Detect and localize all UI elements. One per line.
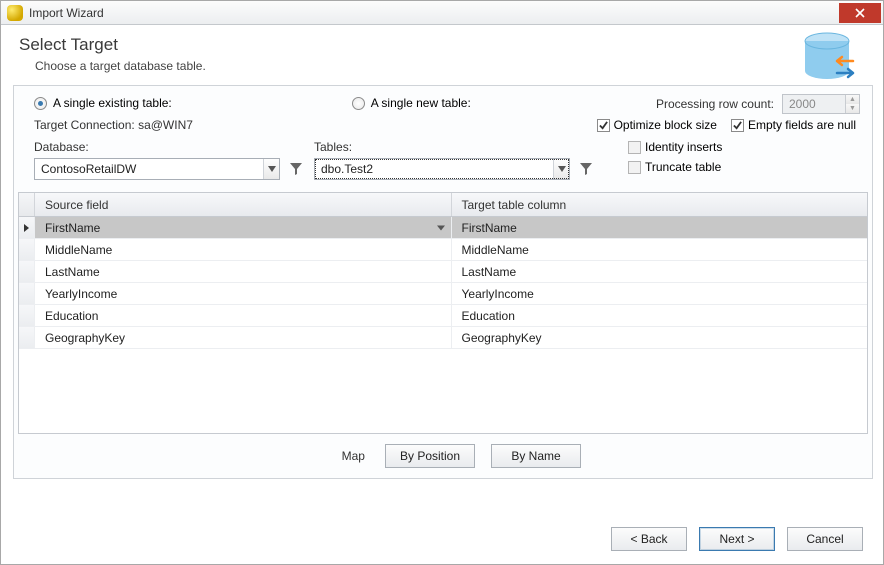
row-indicator [19,239,35,260]
tables-filter-button[interactable] [578,161,594,177]
source-field-cell[interactable]: FirstName [35,217,452,238]
table-row[interactable]: LastNameLastName [19,261,867,283]
check-truncate-table[interactable]: Truncate table [628,160,722,174]
radio-existing-table[interactable]: A single existing table: [34,96,172,110]
target-column-cell[interactable]: LastName [452,261,868,282]
chevron-down-icon[interactable] [263,159,279,179]
tables-value: dbo.Test2 [315,162,553,176]
current-row-icon [24,224,29,232]
row-indicator [19,261,35,282]
map-row: Map By Position By Name [14,444,872,468]
table-mode-row: A single existing table: A single new ta… [14,86,872,112]
map-by-position-button[interactable]: By Position [385,444,475,468]
check-optimize-label: Optimize block size [614,118,717,132]
table-row[interactable]: MiddleNameMiddleName [19,239,867,261]
source-field-cell[interactable]: Education [35,305,452,326]
connection-row: Target Connection: sa@WIN7 Optimize bloc… [14,112,872,134]
page-title: Select Target [19,35,865,55]
row-indicator [19,305,35,326]
target-column-cell[interactable]: GeographyKey [452,327,868,348]
tables-combo[interactable]: dbo.Test2 [314,158,570,180]
radio-new-table[interactable]: A single new table: [352,96,471,110]
target-column-cell[interactable]: YearlyIncome [452,283,868,304]
check-empty-fields-null[interactable]: Empty fields are null [731,118,856,132]
app-icon [7,5,23,21]
database-label: Database: [34,140,304,154]
check-optimize-block-size[interactable]: Optimize block size [597,118,717,132]
table-row[interactable]: FirstNameFirstName [19,217,867,239]
tables-label: Tables: [314,140,594,154]
target-column-cell[interactable]: FirstName [452,217,868,238]
wizard-footer: < Back Next > Cancel [611,527,863,551]
filter-icon [580,163,592,175]
source-field-cell[interactable]: LastName [35,261,452,282]
radio-existing-label: A single existing table: [53,96,172,110]
processing-value: 2000 [783,95,845,113]
db-tables-row: Database: ContosoRetailDW Tables: dbo.Te… [14,134,872,180]
map-by-name-button[interactable]: By Name [491,444,581,468]
map-label: Map [305,449,365,463]
check-identity-inserts[interactable]: Identity inserts [628,140,722,154]
page-subtitle: Choose a target database table. [35,59,865,73]
target-column-cell[interactable]: Education [452,305,868,326]
window-title: Import Wizard [29,6,104,20]
processing-label: Processing row count: [656,97,774,111]
table-row[interactable]: YearlyIncomeYearlyIncome [19,283,867,305]
connection-value: sa@WIN7 [138,118,193,132]
database-value: ContosoRetailDW [35,162,263,176]
titlebar: Import Wizard [1,1,883,25]
target-column-cell[interactable]: MiddleName [452,239,868,260]
cancel-button[interactable]: Cancel [787,527,863,551]
source-field-cell[interactable]: YearlyIncome [35,283,452,304]
close-button[interactable] [839,3,881,23]
chevron-down-icon[interactable] [553,159,569,179]
grid-header: Source field Target table column [19,193,867,217]
row-indicator [19,283,35,304]
check-truncate-label: Truncate table [645,160,721,174]
check-emptynull-label: Empty fields are null [748,118,856,132]
back-button[interactable]: < Back [611,527,687,551]
source-field-cell[interactable]: GeographyKey [35,327,452,348]
page-header: Select Target Choose a target database t… [1,25,883,79]
chevron-down-icon[interactable] [437,225,445,230]
table-row[interactable]: GeographyKeyGeographyKey [19,327,867,349]
grid-col-target[interactable]: Target table column [452,193,868,216]
connection-label: Target Connection: [34,118,138,132]
radio-new-label: A single new table: [371,96,471,110]
row-indicator [19,327,35,348]
spinner-arrows[interactable]: ▲▼ [845,95,859,113]
database-combo[interactable]: ContosoRetailDW [34,158,280,180]
source-field-cell[interactable]: MiddleName [35,239,452,260]
grid-col-source[interactable]: Source field [35,193,452,216]
database-filter-button[interactable] [288,161,304,177]
client-area: Select Target Choose a target database t… [1,25,883,565]
processing-row-count[interactable]: 2000 ▲▼ [782,94,860,114]
mapping-grid[interactable]: Source field Target table column FirstNa… [18,192,868,434]
filter-icon [290,163,302,175]
options-panel: A single existing table: A single new ta… [13,85,873,479]
next-button[interactable]: Next > [699,527,775,551]
table-row[interactable]: EducationEducation [19,305,867,327]
row-indicator [19,217,35,238]
grid-body: FirstNameFirstNameMiddleNameMiddleNameLa… [19,217,867,433]
database-icon [801,31,861,93]
close-icon [855,8,865,18]
check-identity-label: Identity inserts [645,140,722,154]
